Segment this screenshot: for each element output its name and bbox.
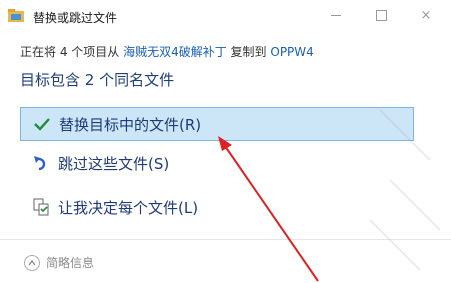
replace-or-skip-dialog: 替换或跳过文件 × 正在将 4 个项目从 海贼无双4破解补丁 复制到 OPPW4… (0, 0, 451, 283)
red-arrow-annotation (218, 136, 319, 282)
